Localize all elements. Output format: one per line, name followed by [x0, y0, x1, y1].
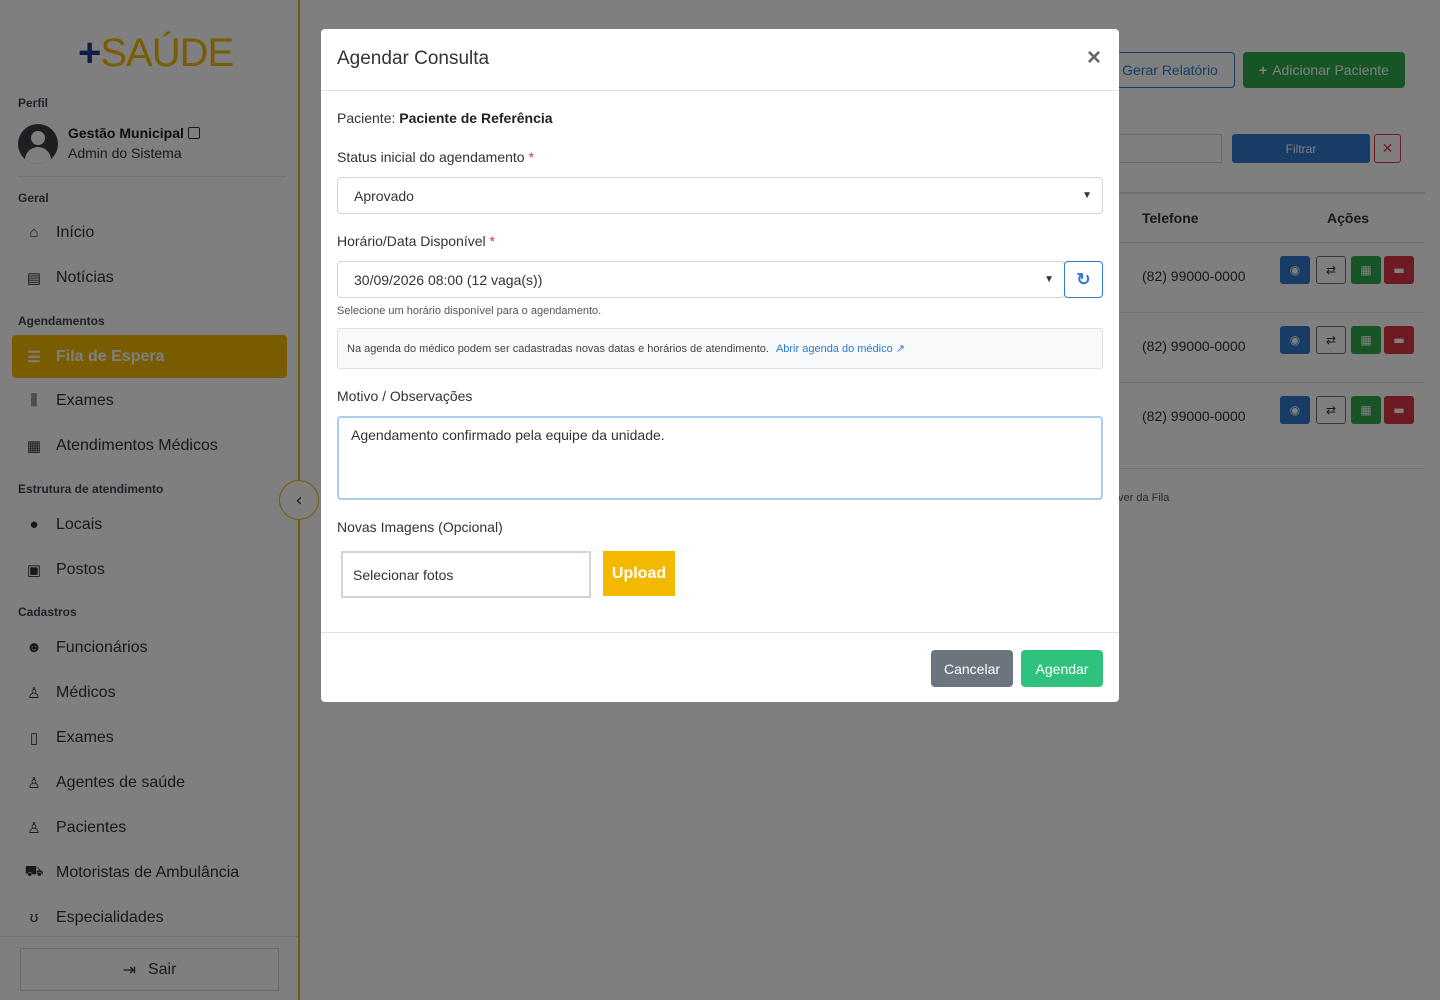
external-link-icon: ↗	[895, 343, 906, 355]
status-label: Status inicial do agendamento *	[337, 149, 534, 165]
open-doctor-agenda-label: Abrir agenda do médico	[775, 343, 893, 355]
slot-select-value: 30/09/2026 08:00 (12 vaga(s))	[354, 271, 543, 288]
modal-header: Agendar Consulta ×	[321, 29, 1119, 91]
select-photos-input[interactable]: Selecionar fotos	[341, 551, 591, 598]
refresh-icon: ↻	[1076, 269, 1091, 289]
images-label: Novas Imagens (Opcional)	[337, 519, 503, 535]
modal-footer: Cancelar Agendar	[321, 632, 1119, 702]
patient-name: Paciente de Referência	[399, 110, 553, 126]
schedule-button-submit[interactable]: Agendar	[1021, 650, 1103, 687]
required-mark: *	[528, 149, 534, 165]
status-label-text: Status inicial do agendamento	[337, 149, 525, 165]
info-box: Na agenda do médico podem ser cadastrada…	[337, 328, 1103, 369]
patient-label: Paciente:	[337, 110, 396, 126]
open-doctor-agenda-link[interactable]: Abrir agenda do médico ↗	[776, 342, 905, 355]
upload-button[interactable]: Upload	[603, 551, 675, 596]
slot-label: Horário/Data Disponível *	[337, 233, 495, 249]
notes-label: Motivo / Observações	[337, 388, 473, 404]
slot-help-text: Selecione um horário disponível para o a…	[337, 305, 602, 317]
chevron-down-icon: ▼	[1082, 190, 1092, 201]
info-text: Na agenda do médico podem ser cadastrada…	[347, 342, 769, 355]
close-icon[interactable]: ×	[1087, 44, 1101, 72]
notes-textarea[interactable]: Agendamento confirmado pela equipe da un…	[337, 416, 1103, 500]
patient-line: Paciente: Paciente de Referência	[337, 110, 553, 126]
slot-select[interactable]: 30/09/2026 08:00 (12 vaga(s)) ▼	[337, 261, 1065, 298]
cancel-button[interactable]: Cancelar	[931, 650, 1013, 687]
status-select[interactable]: Aprovado ▼	[337, 177, 1103, 214]
modal-title: Agendar Consulta	[337, 48, 490, 69]
status-select-value: Aprovado	[354, 187, 414, 204]
slot-label-text: Horário/Data Disponível	[337, 233, 486, 249]
refresh-slots-button[interactable]: ↻	[1064, 261, 1103, 298]
schedule-appointment-modal: Agendar Consulta × Paciente: Paciente de…	[321, 29, 1119, 702]
chevron-down-icon: ▼	[1044, 274, 1054, 285]
required-mark: *	[489, 233, 495, 249]
